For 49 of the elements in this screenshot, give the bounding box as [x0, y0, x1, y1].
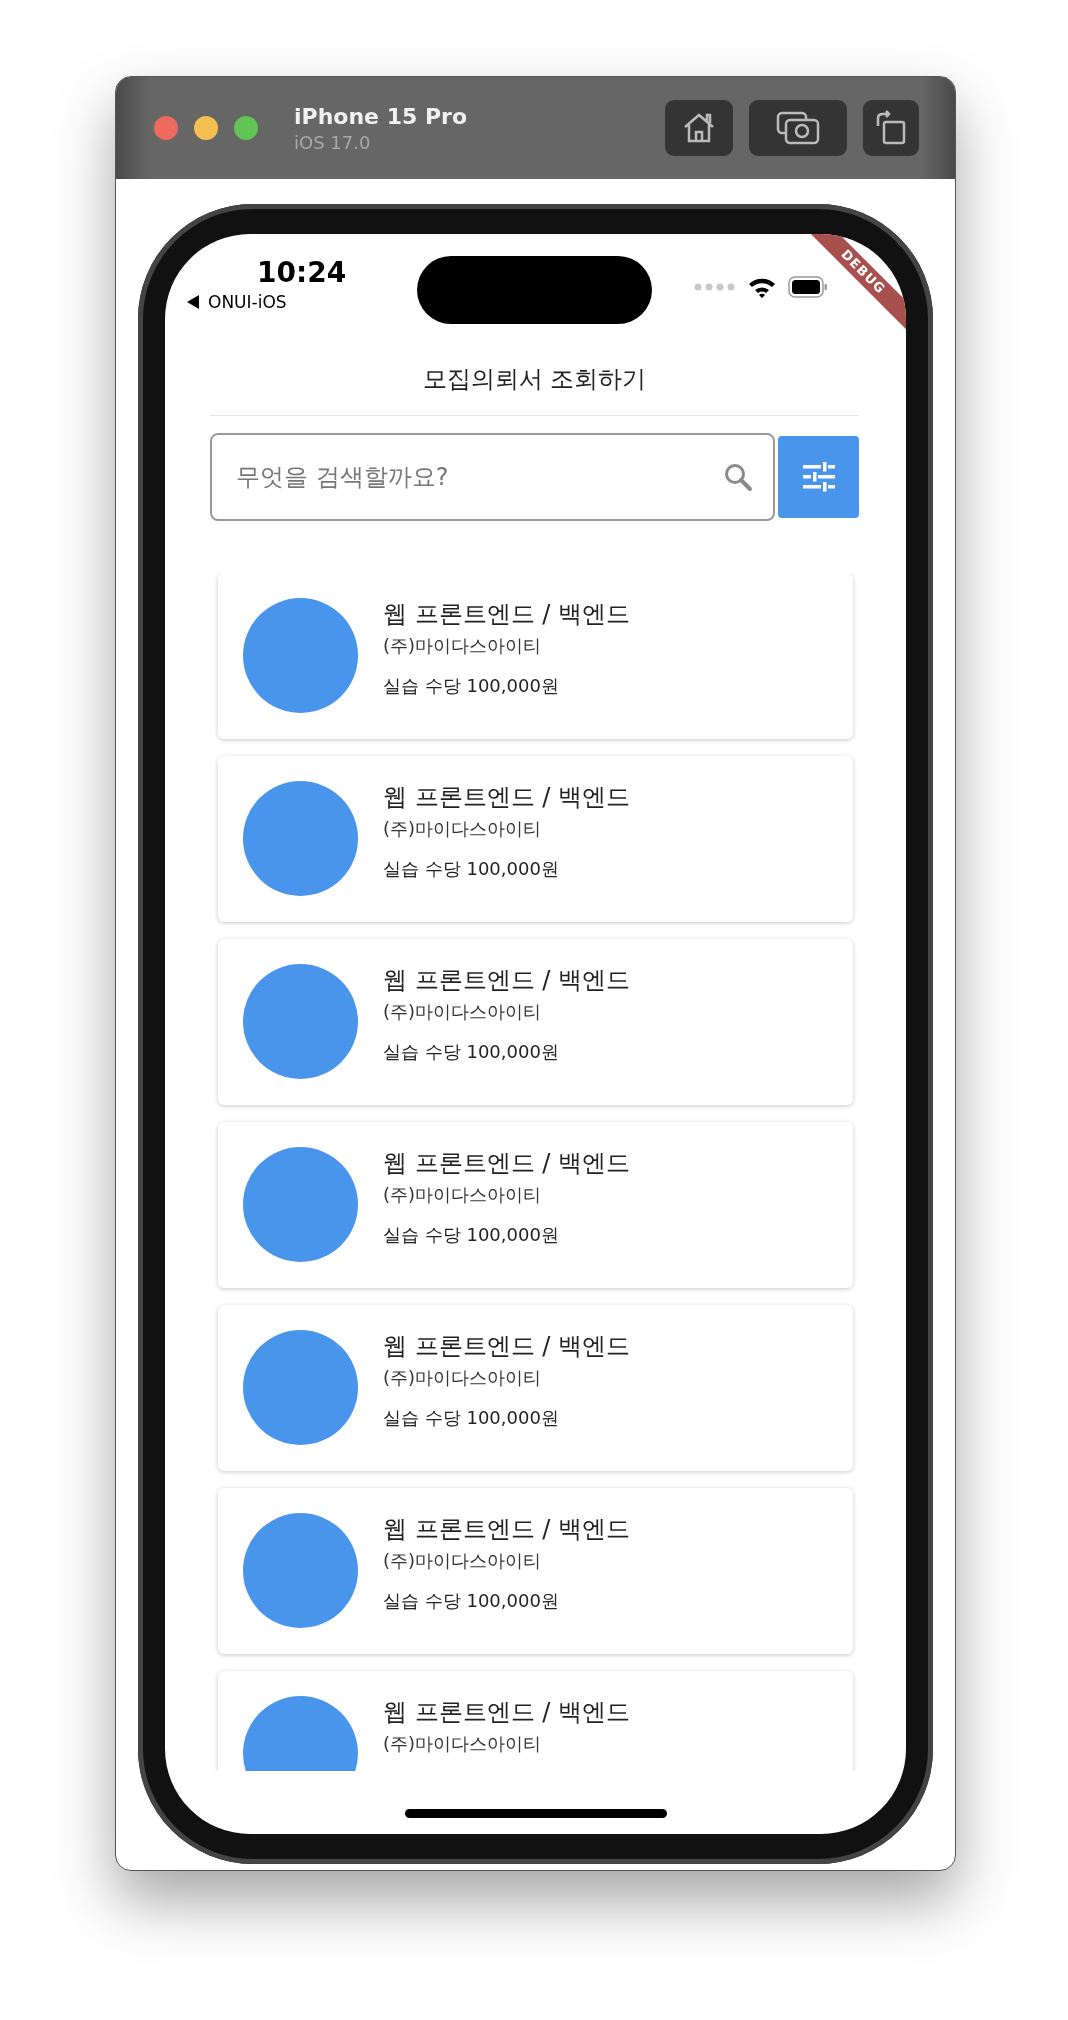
clock-time: 10:24: [257, 256, 348, 290]
wage-text: 실습 수당 100,000원: [383, 673, 560, 698]
close-button[interactable]: [154, 116, 178, 140]
search-icon[interactable]: [723, 461, 753, 492]
company-name: (주)마이다스아이티: [383, 1731, 543, 1756]
job-title: 웹 프론트엔드 / 백엔드: [383, 1330, 630, 1362]
house-icon: [682, 112, 716, 144]
rotate-icon: [875, 110, 907, 146]
wage-text: 실습 수당 100,000원: [383, 1588, 560, 1613]
job-title: 웹 프론트엔드 / 백엔드: [383, 1513, 630, 1545]
screenshot-button[interactable]: [749, 100, 847, 156]
zoom-button[interactable]: [234, 116, 258, 140]
job-title: 웹 프론트엔드 / 백엔드: [383, 598, 630, 630]
company-name: (주)마이다스아이티: [383, 816, 543, 841]
posting-card[interactable]: 웹 프론트엔드 / 백엔드 (주)마이다스아이티 실습 수당 100,000원: [218, 1304, 853, 1471]
posting-card[interactable]: 웹 프론트엔드 / 백엔드 (주)마이다스아이티 실습 수당 100,000원: [218, 1121, 853, 1288]
posting-card[interactable]: 웹 프론트엔드 / 백엔드 (주)마이다스아이티 실습 수당 100,000원: [218, 755, 853, 922]
device-name: iPhone 15 Pro: [294, 103, 469, 129]
page-title: 모집의뢰서 조회하기: [422, 364, 647, 396]
back-to-app-link[interactable]: ONUI-iOS: [208, 292, 287, 312]
home-button[interactable]: [665, 100, 733, 156]
wage-text: 실습 수당 100,000원: [383, 1222, 560, 1247]
wifi-icon: [748, 276, 776, 298]
rotate-button[interactable]: [863, 100, 919, 156]
back-triangle-icon: [187, 295, 200, 309]
posting-card[interactable]: 웹 프론트엔드 / 백엔드 (주)마이다스아이티 실습 수당 100,000원: [218, 572, 853, 739]
posting-card[interactable]: 웹 프론트엔드 / 백엔드 (주)마이다스아이티 실습 수당 100,000원: [218, 938, 853, 1105]
job-title: 웹 프론트엔드 / 백엔드: [383, 1696, 630, 1728]
job-title: 웹 프론트엔드 / 백엔드: [383, 781, 630, 813]
minimize-button[interactable]: [194, 116, 218, 140]
company-name: (주)마이다스아이티: [383, 999, 543, 1024]
wage-text: 실습 수당 100,000원: [383, 856, 560, 881]
search-field[interactable]: 무엇을 검색할까요?: [210, 432, 775, 521]
job-title: 웹 프론트엔드 / 백엔드: [383, 1147, 630, 1179]
wage-text: 실습 수당 100,000원: [383, 1405, 560, 1430]
company-name: (주)마이다스아이티: [383, 633, 543, 658]
camera-icon: [776, 111, 820, 145]
job-title: 웹 프론트엔드 / 백엔드: [383, 964, 630, 996]
os-version: iOS 17.0: [294, 131, 372, 153]
filter-button[interactable]: [778, 435, 859, 518]
sliders-icon: [800, 461, 837, 492]
battery-icon: [788, 276, 828, 298]
posting-card[interactable]: 웹 프론트엔드 / 백엔드 (주)마이다스아이티: [218, 1670, 853, 1771]
company-name: (주)마이다스아이티: [383, 1182, 543, 1207]
posting-card[interactable]: 웹 프론트엔드 / 백엔드 (주)마이다스아이티 실습 수당 100,000원: [218, 1487, 853, 1654]
signal-icon: [694, 283, 736, 291]
company-name: (주)마이다스아이티: [383, 1365, 543, 1390]
wage-text: 실습 수당 100,000원: [383, 1039, 560, 1064]
company-name: (주)마이다스아이티: [383, 1548, 543, 1573]
